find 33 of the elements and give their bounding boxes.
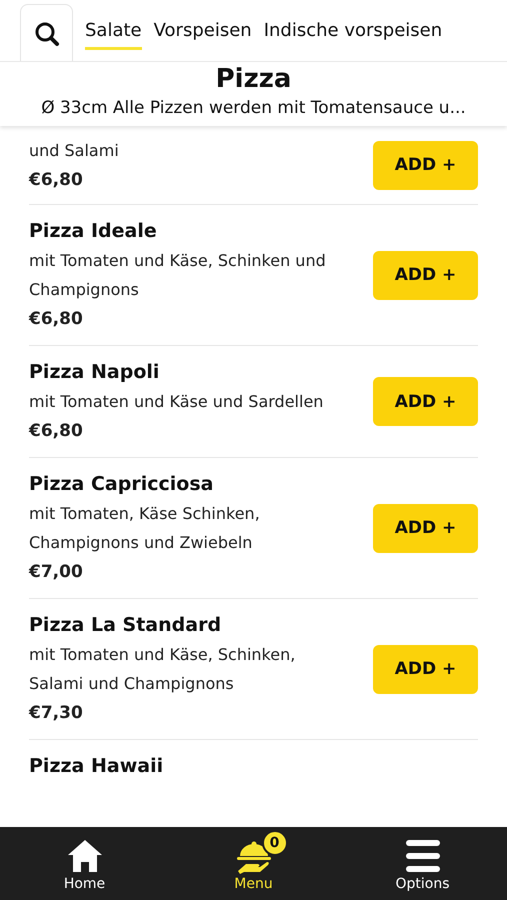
category-tab[interactable]: Vorspeisen	[154, 12, 252, 50]
search-button[interactable]	[20, 4, 73, 61]
dish-price: €7,00	[29, 561, 84, 584]
category-tab[interactable]: Indische vorspeisen	[264, 12, 442, 50]
add-button[interactable]: ADD +	[373, 140, 478, 190]
dish-name: Pizza Capricciosa	[29, 472, 214, 497]
nav-item[interactable]: Home	[24, 834, 144, 892]
category-description: Ø 33cm Alle Pizzen werden mit Tomatensauce u...	[40, 98, 467, 118]
add-button[interactable]: ADD +	[373, 504, 478, 552]
category-title: Pizza	[214, 64, 292, 94]
menu-icon	[404, 838, 440, 874]
dish-price: €6,80	[29, 420, 84, 443]
dish-price: €6,80	[29, 169, 84, 192]
dish-name: Pizza Napoli	[29, 360, 160, 385]
cart-count-badge: 0	[262, 830, 288, 856]
dish-description: mit Tomaten und Käse, Schinken und Champignons	[29, 250, 327, 301]
add-button[interactable]: ADD +	[373, 250, 478, 300]
dish-name: Pizza La Standard	[29, 613, 222, 638]
dish-description: mit Tomaten und Käse und Sardellen	[29, 391, 324, 413]
home-icon	[66, 838, 104, 874]
dish-name: Pizza Hawaii	[29, 754, 164, 779]
nav-item[interactable]: Options	[362, 834, 482, 892]
dish-name: Pizza Ideale	[29, 219, 158, 244]
search-icon	[34, 20, 60, 46]
dish-description: mit Tomaten und Käse, Schinken, Salami und Champignons	[29, 644, 296, 695]
category-tab[interactable]: Salate	[85, 12, 142, 50]
dish-description: und Salami	[29, 140, 119, 162]
dish-price: €7,30	[29, 702, 84, 725]
serving-dish-icon	[236, 840, 272, 874]
dish-price: €6,80	[29, 308, 84, 331]
add-button[interactable]: ADD +	[373, 377, 478, 426]
dish-description: mit Tomaten, Käse Schinken, Champignons und Zwiebeln	[29, 503, 261, 554]
add-button[interactable]: ADD +	[373, 644, 478, 694]
